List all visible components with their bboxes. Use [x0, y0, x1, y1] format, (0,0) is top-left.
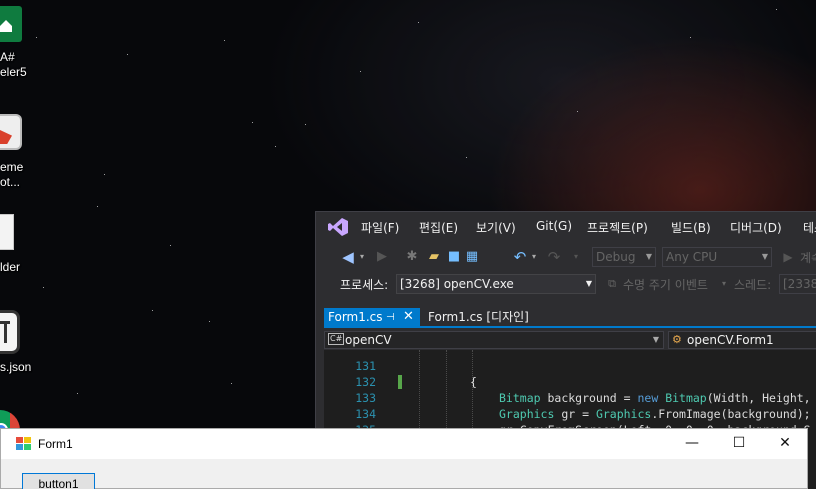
- menu-file[interactable]: 파일(F): [361, 219, 399, 236]
- title-bar[interactable]: Form1 — ☐ ✕: [1, 429, 807, 459]
- project-select[interactable]: C# openCV ▼: [324, 331, 664, 349]
- standard-toolbar: ◀ ▾ ▶ ✱ ▰ ■ ▦ ↶ ▾ ↷ ▾ Debug ▼ Any CPU ▼ ▶ …: [316, 244, 816, 270]
- json-file-icon: [0, 310, 20, 354]
- save-icon[interactable]: ■: [446, 249, 462, 265]
- redo-dropdown-icon[interactable]: ▾: [568, 249, 584, 265]
- menu-build[interactable]: 빌드(B): [671, 219, 711, 236]
- document-tab-well: Form1.cs ⊣ ✕ Form1.cs [디자인]: [324, 308, 816, 328]
- desktop-icon-3[interactable]: lder: [0, 214, 34, 276]
- desktop-icon-label: A#: [0, 50, 15, 64]
- platform-value: Any CPU: [666, 250, 718, 264]
- chevron-down-icon: ▼: [585, 279, 592, 288]
- thread-label: 스레드:: [734, 278, 772, 292]
- code-line: 131 {: [324, 350, 816, 389]
- process-label: 프로세스:: [340, 278, 389, 292]
- project-value: openCV: [345, 333, 392, 347]
- code-line: 135: [324, 406, 816, 437]
- chevron-down-icon: ▼: [761, 252, 768, 261]
- tab-form1-cs[interactable]: Form1.cs ⊣ ✕: [324, 308, 420, 328]
- debug-location-toolbar: 프로세스: [3268] openCV.exe ▼ ⧉ 수명 주기 이벤트 ▾ 스…: [316, 271, 816, 297]
- lifecycle-events-icon[interactable]: ⧉: [604, 276, 620, 292]
- chevron-down-icon: ▼: [645, 252, 652, 261]
- solution-configuration-select[interactable]: Debug ▼: [592, 247, 656, 267]
- menu-debug[interactable]: 디버그(D): [730, 219, 782, 236]
- close-icon[interactable]: ✕: [403, 307, 414, 326]
- lifecycle-events-button[interactable]: 수명 주기 이벤트: [623, 276, 708, 293]
- maximize-button[interactable]: ☐: [716, 429, 762, 459]
- document-icon: [0, 114, 22, 150]
- desktop-icon-label-2: ot...: [0, 175, 21, 189]
- thread-value: [23388: [783, 277, 816, 291]
- config-value: Debug: [596, 250, 636, 264]
- button1[interactable]: button1: [22, 473, 95, 489]
- chevron-down-icon[interactable]: ▾: [716, 276, 732, 292]
- forward-icon[interactable]: ▶: [374, 249, 390, 265]
- code-line: 132 Bitmap background = new Bitmap(Width…: [324, 358, 816, 405]
- tab-label: Form1.cs [디자인]: [428, 310, 529, 324]
- folder-icon: [0, 214, 14, 250]
- open-folder-icon[interactable]: ▰: [426, 249, 442, 265]
- menu-git[interactable]: Git(G): [536, 219, 572, 233]
- desktop-icon-label: eme: [0, 160, 24, 174]
- redo-icon[interactable]: ↷: [546, 249, 562, 265]
- desktop-icon-label-2: eler5: [0, 65, 27, 79]
- tab-form1-designer[interactable]: Form1.cs [디자인]: [424, 308, 624, 328]
- visual-studio-window: 파일(F) 편집(E) 보기(V) Git(G) 프로젝트(P) 빌드(B) 디…: [315, 211, 816, 442]
- menu-edit[interactable]: 편집(E): [419, 219, 458, 236]
- code-line: 133 Graphics gr = Graphics.FromImage(bac…: [324, 374, 816, 421]
- minimize-button[interactable]: —: [669, 429, 715, 459]
- form1-window: Form1 — ☐ ✕ button1: [0, 428, 808, 489]
- tab-label: Form1.cs: [328, 310, 383, 324]
- app-icon: [0, 6, 22, 42]
- desktop-icon-2[interactable]: eme ot...: [0, 110, 34, 190]
- pin-icon[interactable]: ⊣: [386, 308, 395, 327]
- thread-select[interactable]: [23388: [779, 274, 816, 294]
- desktop-icon-4[interactable]: s.json: [0, 310, 34, 376]
- form-app-icon: [16, 437, 31, 450]
- window-title: Form1: [38, 437, 73, 451]
- new-item-icon[interactable]: ✱: [404, 249, 420, 265]
- editor-navigation-bar: C# openCV ▼ ⚙ openCV.Form1: [324, 330, 816, 350]
- desktop-icon-label: lder: [0, 260, 21, 274]
- type-select[interactable]: ⚙ openCV.Form1: [668, 331, 816, 349]
- class-icon: ⚙: [672, 333, 682, 346]
- desktop-icon-1[interactable]: A# eler5: [0, 6, 34, 92]
- continue-button[interactable]: 계속: [800, 249, 816, 266]
- solution-platform-select[interactable]: Any CPU ▼: [662, 247, 772, 267]
- menu-bar: 파일(F) 편집(E) 보기(V) Git(G) 프로젝트(P) 빌드(B) 디…: [316, 212, 816, 242]
- visual-studio-logo-icon: [328, 218, 348, 236]
- code-line: 134 gr.CopyFromScreen(Left, 0, 0, 0, bac…: [324, 390, 816, 437]
- save-all-icon[interactable]: ▦: [464, 249, 480, 265]
- menu-view[interactable]: 보기(V): [476, 219, 516, 236]
- desktop-icon-label: s.json: [0, 360, 32, 374]
- class-value: openCV.Form1: [687, 333, 774, 347]
- csharp-project-icon: C#: [328, 333, 345, 345]
- chevron-down-icon: ▼: [652, 335, 659, 344]
- chevron-down-icon[interactable]: ▾: [354, 249, 370, 265]
- process-select[interactable]: [3268] openCV.exe ▼: [396, 274, 596, 294]
- continue-icon[interactable]: ▶: [780, 249, 796, 265]
- undo-dropdown-icon[interactable]: ▾: [526, 249, 542, 265]
- close-button[interactable]: ✕: [762, 429, 808, 459]
- menu-test[interactable]: 테스: [803, 219, 816, 236]
- menu-project[interactable]: 프로젝트(P): [587, 219, 648, 236]
- process-value: [3268] openCV.exe: [400, 277, 514, 291]
- vs-editor-edge: [808, 428, 816, 489]
